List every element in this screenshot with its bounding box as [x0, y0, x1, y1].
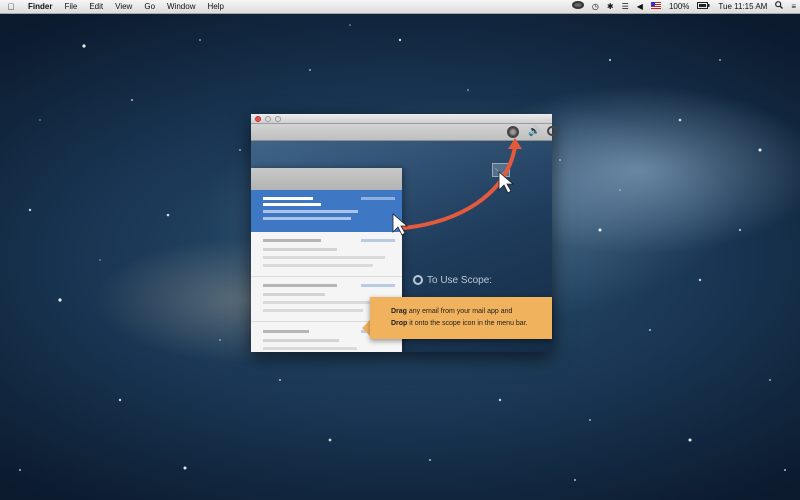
spotlight-icon[interactable] — [771, 0, 787, 14]
scope-icon[interactable] — [568, 0, 588, 14]
instructions-title: To Use Scope: — [427, 275, 493, 286]
bluetooth-icon[interactable]: ✱ — [603, 0, 618, 14]
drop-rest: it onto the scope icon in the menu bar. — [407, 320, 528, 327]
illustrated-menu-bar: 🔊 — [251, 124, 557, 141]
menu-app-finder[interactable]: Finder — [22, 0, 58, 14]
battery-icon[interactable] — [693, 0, 714, 14]
drag-word: Drag — [391, 308, 407, 315]
drag-instruction: Drag any email from your mail app and — [391, 306, 552, 318]
envelope-drop-icon — [492, 163, 510, 177]
menu-file[interactable]: File — [58, 0, 83, 14]
menu-edit[interactable]: Edit — [83, 0, 109, 14]
list-item — [251, 232, 402, 277]
drop-word: Drop — [391, 320, 408, 327]
clock-text[interactable]: Tue 11:15 AM — [714, 0, 771, 14]
mail-list-header — [251, 168, 402, 190]
zoom-button[interactable] — [275, 116, 281, 122]
selected-email — [251, 190, 402, 232]
apple-icon[interactable]:  — [0, 2, 22, 12]
speaker-icon: 🔊 — [528, 126, 541, 137]
drag-rest: any email from your mail app and — [406, 308, 513, 315]
menu-help[interactable]: Help — [201, 0, 229, 14]
menu-go[interactable]: Go — [138, 0, 161, 14]
battery-percent[interactable]: 100% — [665, 0, 693, 14]
title-bar[interactable] — [251, 114, 552, 124]
notification-center-icon[interactable]: ≡ — [787, 0, 800, 14]
scope-icon — [413, 275, 423, 285]
clock-icon — [547, 126, 557, 136]
drop-instruction: Drop it onto the scope icon in the menu … — [391, 318, 552, 330]
wifi-icon[interactable]: ☰ — [618, 0, 633, 14]
scope-icon — [507, 126, 519, 138]
time-machine-icon[interactable]: ◷ — [588, 0, 603, 14]
instructions-callout: Drag any email from your mail app and Dr… — [370, 297, 552, 339]
volume-icon[interactable]: ◀ — [633, 0, 647, 14]
us-flag-icon[interactable] — [647, 0, 665, 14]
minimize-button[interactable] — [265, 116, 271, 122]
menu-view[interactable]: View — [109, 0, 138, 14]
close-button[interactable] — [255, 116, 261, 122]
status-menus: ◷ ✱ ☰ ◀ 100% Tue 11:15 AM ≡ — [568, 0, 800, 14]
menu-bar:  Finder File Edit View Go Window Help ◷… — [0, 0, 800, 14]
menu-window[interactable]: Window — [161, 0, 201, 14]
